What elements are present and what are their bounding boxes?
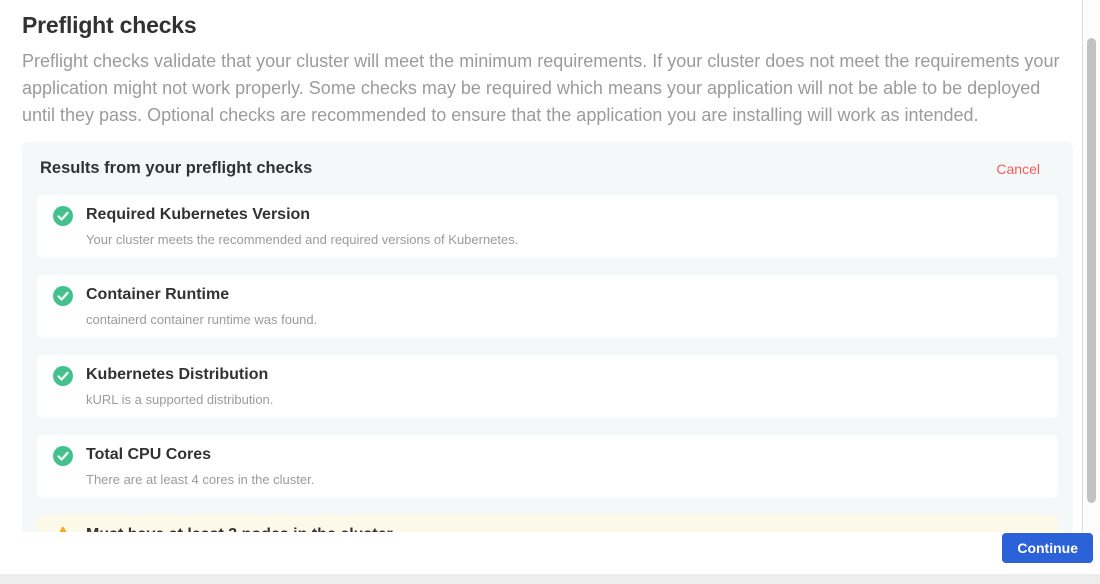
page-description: Preflight checks validate that your clus… — [22, 48, 1064, 129]
check-circle-icon — [53, 206, 73, 226]
scrollbar-thumb[interactable] — [1087, 38, 1096, 503]
check-title: Required Kubernetes Version — [86, 205, 518, 225]
check-text: Required Kubernetes Version Your cluster… — [86, 205, 518, 247]
check-text: Container Runtime containerd container r… — [86, 285, 317, 327]
check-circle-icon — [53, 446, 73, 466]
preflight-page: Preflight checks Preflight checks valida… — [0, 0, 1100, 584]
preflight-check-row: Kubernetes Distribution kURL is a suppor… — [37, 355, 1058, 418]
page-content: Preflight checks Preflight checks valida… — [0, 0, 1082, 532]
check-text: Total CPU Cores There are at least 4 cor… — [86, 445, 314, 487]
preflight-check-row: Must have at least 3 nodes in the cluste… — [37, 515, 1058, 532]
footer-bar: Continue — [0, 532, 1100, 574]
check-text: Must have at least 3 nodes in the cluste… — [86, 525, 393, 532]
continue-button[interactable]: Continue — [1002, 533, 1093, 563]
check-circle-icon — [53, 286, 73, 306]
preflight-results-panel: Results from your preflight checks Cance… — [22, 142, 1073, 532]
check-text: Kubernetes Distribution kURL is a suppor… — [86, 365, 273, 407]
check-message: containerd container runtime was found. — [86, 312, 317, 327]
check-message: Your cluster meets the recommended and r… — [86, 232, 518, 247]
scroll-area: Preflight checks Preflight checks valida… — [0, 0, 1083, 532]
preflight-check-row: Container Runtime containerd container r… — [37, 275, 1058, 338]
check-message: kURL is a supported distribution. — [86, 392, 273, 407]
cancel-link[interactable]: Cancel — [996, 161, 1040, 177]
check-title: Must have at least 3 nodes in the cluste… — [86, 525, 393, 532]
bottom-strip — [0, 574, 1100, 584]
check-title: Kubernetes Distribution — [86, 365, 273, 385]
check-message: There are at least 4 cores in the cluste… — [86, 472, 314, 487]
check-title: Container Runtime — [86, 285, 317, 305]
scrollbar-track[interactable] — [1084, 0, 1100, 532]
panel-header: Results from your preflight checks Cance… — [40, 157, 1058, 178]
preflight-check-row: Required Kubernetes Version Your cluster… — [37, 195, 1058, 258]
check-circle-icon — [53, 366, 73, 386]
check-title: Total CPU Cores — [86, 445, 314, 465]
panel-title: Results from your preflight checks — [40, 159, 312, 178]
preflight-check-row: Total CPU Cores There are at least 4 cor… — [37, 435, 1058, 498]
page-title: Preflight checks — [22, 12, 1082, 39]
